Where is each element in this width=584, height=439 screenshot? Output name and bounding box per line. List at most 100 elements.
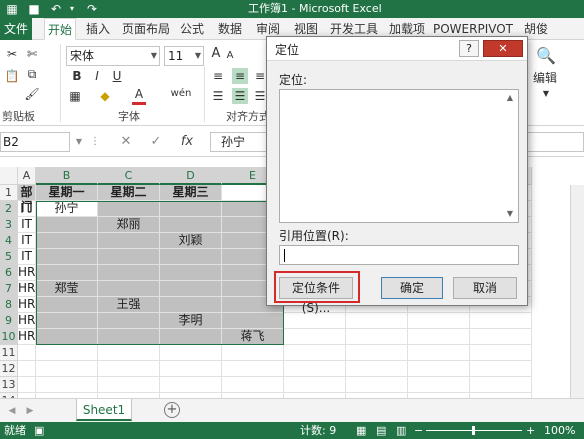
table-cell[interactable]	[36, 217, 98, 233]
align-middle-icon[interactable]: ☰	[232, 88, 248, 104]
font-color-button[interactable]: A	[132, 86, 146, 105]
tab-0[interactable]: 文件	[0, 18, 32, 40]
table-cell[interactable]: 星期一	[36, 185, 98, 201]
table-cell[interactable]: HR	[18, 281, 36, 297]
table-cell[interactable]	[470, 313, 532, 329]
tab-5[interactable]: 数据	[214, 18, 246, 40]
table-cell[interactable]	[98, 249, 160, 265]
table-cell[interactable]	[284, 345, 346, 361]
page-break-icon[interactable]: ▥	[396, 422, 406, 439]
borders-icon[interactable]: ▦	[66, 88, 84, 104]
vertical-scrollbar[interactable]	[570, 185, 584, 406]
edit-group-button[interactable]: 编辑	[530, 70, 560, 86]
table-cell[interactable]	[160, 265, 222, 281]
table-cell[interactable]	[36, 233, 98, 249]
select-all-corner[interactable]	[0, 167, 18, 185]
align-top-icon[interactable]: ≡	[210, 68, 226, 84]
row-header[interactable]: 4	[0, 233, 18, 249]
table-cell[interactable]	[98, 313, 160, 329]
confirm-entry-button[interactable]: ✓	[148, 132, 164, 152]
align-bottom-icon[interactable]: ≡	[254, 68, 266, 84]
table-cell[interactable]: HR	[18, 297, 36, 313]
row-header[interactable]: 1	[0, 185, 18, 201]
zoom-in-icon[interactable]: +	[526, 422, 535, 439]
table-cell[interactable]	[222, 361, 284, 377]
table-cell[interactable]	[98, 361, 160, 377]
paste-icon[interactable]: 📋	[4, 68, 20, 84]
row-header[interactable]: 6	[0, 265, 18, 281]
row-header[interactable]: 12	[0, 361, 18, 377]
table-cell[interactable]	[36, 345, 98, 361]
table-cell[interactable]	[98, 329, 160, 345]
help-button[interactable]: ?	[459, 40, 479, 57]
table-cell[interactable]	[160, 281, 222, 297]
row-header[interactable]: 3	[0, 217, 18, 233]
column-header[interactable]: A	[18, 167, 36, 185]
table-cell[interactable]	[470, 377, 532, 393]
fill-color-icon[interactable]: ◆	[96, 88, 114, 104]
table-cell[interactable]	[408, 313, 470, 329]
redo-icon[interactable]: ↷	[84, 1, 100, 17]
add-sheet-button[interactable]: +	[164, 402, 180, 418]
table-cell[interactable]	[36, 249, 98, 265]
table-cell[interactable]	[284, 361, 346, 377]
zoom-out-icon[interactable]: −	[414, 422, 423, 439]
table-cell[interactable]	[36, 313, 98, 329]
underline-button[interactable]: U	[110, 68, 124, 84]
row-header[interactable]: 2	[0, 201, 18, 217]
table-cell[interactable]: 王强	[98, 297, 160, 313]
column-header[interactable]: D	[160, 167, 222, 185]
table-cell[interactable]	[470, 345, 532, 361]
table-cell[interactable]: HR	[18, 313, 36, 329]
table-cell[interactable]	[284, 329, 346, 345]
table-cell[interactable]	[160, 329, 222, 345]
table-cell[interactable]	[346, 313, 408, 329]
phonetic-button[interactable]: wén	[168, 86, 194, 102]
table-cell[interactable]	[160, 377, 222, 393]
table-cell[interactable]	[160, 201, 222, 217]
table-cell[interactable]: IT	[18, 249, 36, 265]
table-cell[interactable]	[222, 345, 284, 361]
align-center-icon[interactable]: ≡	[232, 68, 248, 84]
row-header[interactable]: 5	[0, 249, 18, 265]
page-layout-icon[interactable]: ▤	[376, 422, 386, 439]
row-header[interactable]: 7	[0, 281, 18, 297]
table-cell[interactable]: 部门	[18, 185, 36, 214]
table-cell[interactable]	[346, 361, 408, 377]
table-cell[interactable]	[18, 345, 36, 361]
table-cell[interactable]	[36, 265, 98, 281]
table-cell[interactable]	[98, 281, 160, 297]
copy-icon[interactable]: ⧉	[24, 66, 40, 82]
name-box[interactable]: B2	[0, 132, 70, 152]
normal-view-icon[interactable]: ▦	[356, 422, 366, 439]
table-cell[interactable]	[222, 377, 284, 393]
font-size-select[interactable]: 11 ▼	[164, 46, 204, 66]
row-header[interactable]: 13	[0, 377, 18, 393]
cancel-entry-button[interactable]: ✕	[118, 132, 134, 152]
table-cell[interactable]	[408, 345, 470, 361]
table-cell[interactable]: 郑莹	[36, 281, 98, 297]
bold-button[interactable]: B	[70, 68, 84, 84]
tab-4[interactable]: 公式	[176, 18, 208, 40]
save-icon[interactable]: ■	[26, 1, 42, 17]
table-cell[interactable]	[408, 361, 470, 377]
table-cell[interactable]	[160, 297, 222, 313]
macro-record-icon[interactable]: ▣	[34, 422, 44, 439]
table-cell[interactable]	[222, 313, 284, 329]
grow-font-button[interactable]: A	[210, 46, 222, 62]
table-cell[interactable]	[98, 377, 160, 393]
table-cell[interactable]	[36, 329, 98, 345]
table-cell[interactable]	[98, 233, 160, 249]
tab-2[interactable]: 插入	[82, 18, 114, 40]
table-cell[interactable]	[98, 265, 160, 281]
table-cell[interactable]	[160, 361, 222, 377]
table-cell[interactable]: HR	[18, 329, 36, 345]
table-cell[interactable]	[470, 361, 532, 377]
scissors-icon[interactable]: ✄	[24, 46, 40, 62]
row-header[interactable]: 9	[0, 313, 18, 329]
table-cell[interactable]	[160, 345, 222, 361]
italic-button[interactable]: I	[90, 68, 104, 84]
table-cell[interactable]	[408, 377, 470, 393]
table-cell[interactable]: 刘颖	[160, 233, 222, 249]
zoom-level[interactable]: 100%	[544, 422, 575, 439]
